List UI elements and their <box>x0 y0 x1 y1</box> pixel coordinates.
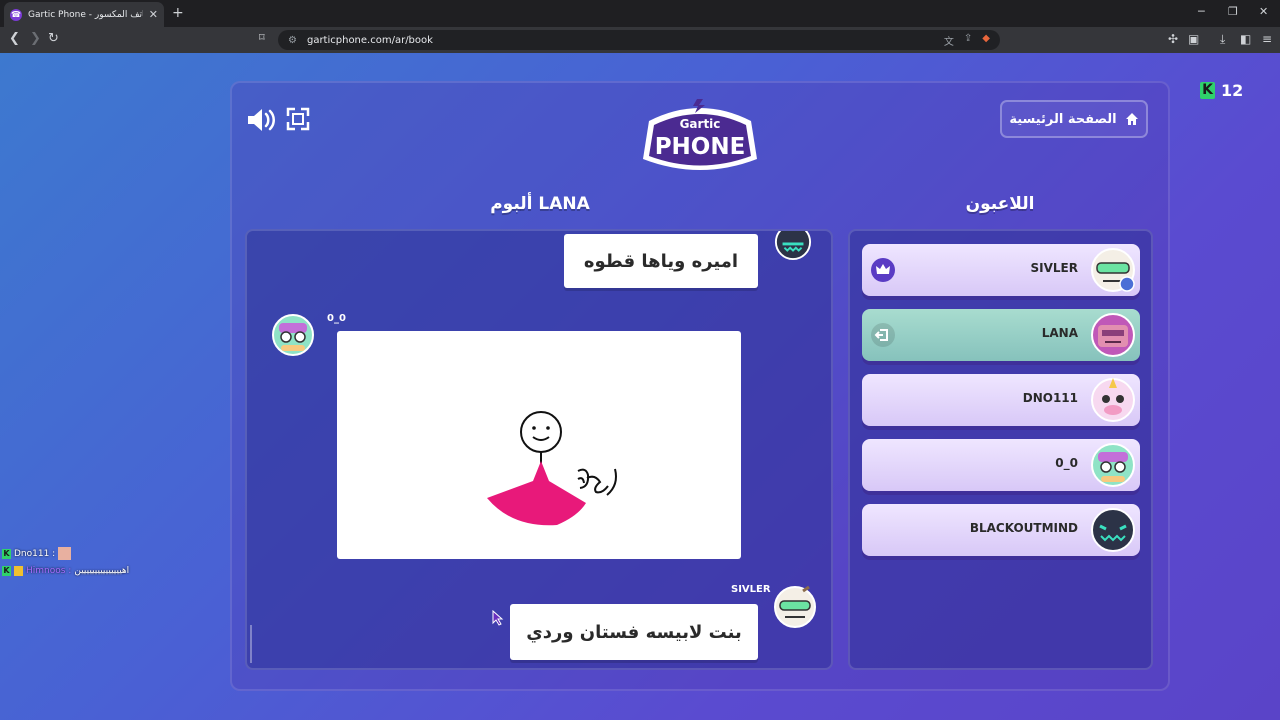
sivler-avatar <box>1091 248 1135 292</box>
tab-title: Gartic Phone - لعبة الهاتف المكسور <box>28 9 143 20</box>
player-name: DNO111 <box>1022 391 1078 405</box>
lana-avatar <box>1091 313 1135 357</box>
album-panel[interactable]: اميره وياها قطوه 0_0 SIVLER بنت لابيسه ف… <box>245 229 833 670</box>
badge-icon <box>14 566 23 576</box>
site-info-icon[interactable]: ⚙ <box>288 35 297 46</box>
url-text: garticphone.com/ar/book <box>306 34 433 46</box>
k-chat-icon: K <box>2 566 11 576</box>
exit-icon <box>871 323 895 347</box>
sidebar-icon[interactable]: ◧ <box>1240 32 1251 46</box>
new-tab-button[interactable]: + <box>172 5 184 21</box>
browser-tab-strip: ☎ Gartic Phone - لعبة الهاتف المكسور ✕ +… <box>0 0 1280 27</box>
players-title: اللاعبون <box>965 194 1035 214</box>
restore-button[interactable]: ❐ <box>1228 5 1238 18</box>
sound-icon[interactable] <box>246 107 276 133</box>
bookmark-icon[interactable]: ⌑ <box>259 31 265 44</box>
extensions-icon[interactable]: ✣ <box>1168 32 1178 46</box>
emote-icon <box>58 547 72 560</box>
drawing-author-name: 0_0 <box>327 313 346 324</box>
dno111-avatar <box>1091 378 1135 422</box>
player-name: BLACKOUTMIND <box>969 521 1078 535</box>
album-text-bubble: اميره وياها قطوه <box>564 234 758 288</box>
player-card[interactable]: SIVLER <box>862 244 1140 296</box>
album-title: ألبوم LANA <box>490 194 590 214</box>
translate-icon[interactable]: 文 <box>944 33 954 48</box>
blackoutmind-avatar <box>1091 508 1135 552</box>
player-name: SIVLER <box>1030 261 1078 275</box>
svg-text:PHONE: PHONE <box>655 134 746 160</box>
chat-message: K Himnoos : اهييييييييييييييين <box>2 566 129 576</box>
svg-text:Gartic: Gartic <box>680 117 721 131</box>
download-icon[interactable]: ⤓ <box>1220 32 1225 47</box>
reload-icon[interactable]: ↻ <box>48 31 59 46</box>
player-0-0-avatar <box>272 314 314 356</box>
player-card[interactable]: BLACKOUTMIND <box>862 504 1140 556</box>
player-name: 0_0 <box>1055 456 1078 470</box>
player-name: LANA <box>1041 326 1078 340</box>
home-icon <box>1125 113 1138 125</box>
album-drawing <box>337 331 741 559</box>
player-card[interactable]: DNO111 <box>862 374 1140 426</box>
browser-toolbar: ❮ ❯ ↻ ⌑ ⚙ garticphone.com/ar/book 文 ⇪ ◆ … <box>0 27 1280 53</box>
last-author-name: SIVLER <box>731 584 771 595</box>
album-last-text-bubble: بنت لابيسه فستان وردي <box>510 604 758 660</box>
gartic-favicon-icon: ☎ <box>10 8 22 21</box>
browser-tab[interactable]: ☎ Gartic Phone - لعبة الهاتف المكسور ✕ <box>4 2 164 27</box>
chat-text: اهييييييييييييييين <box>74 566 130 576</box>
coin-counter: K 12 <box>1200 81 1243 100</box>
home-button[interactable]: الصفحة الرئيسية <box>1000 100 1148 138</box>
player-card[interactable]: LANA <box>862 309 1140 361</box>
chat-user: Himnoos : <box>26 566 72 576</box>
screenshot-icon[interactable]: ▣ <box>1188 32 1199 46</box>
tab-close-icon[interactable]: ✕ <box>149 8 158 21</box>
player-card[interactable]: 0_0 <box>862 439 1140 491</box>
album-scrollbar[interactable] <box>250 625 252 663</box>
sivler-avatar <box>774 585 816 628</box>
player-0-0-avatar <box>1091 443 1135 487</box>
crown-icon <box>871 258 895 282</box>
mouse-cursor-icon <box>492 610 504 626</box>
share-icon[interactable]: ⇪ <box>964 33 972 48</box>
back-icon[interactable]: ❮ <box>9 31 20 46</box>
home-label: الصفحة الرئيسية <box>1009 111 1117 127</box>
chat-message: K Dno111 : <box>2 547 72 560</box>
fullscreen-icon[interactable] <box>286 107 310 131</box>
k-coin-icon: K <box>1200 82 1215 99</box>
forward-icon[interactable]: ❯ <box>30 31 41 46</box>
blackoutmind-avatar <box>774 231 812 261</box>
k-chat-icon: K <box>2 548 11 559</box>
gartic-phone-logo: Gartic PHONE <box>643 99 757 170</box>
minimize-button[interactable]: ─ <box>1198 5 1205 18</box>
coin-count: 12 <box>1221 81 1244 100</box>
princess-drawing <box>487 411 617 526</box>
close-window-button[interactable]: ✕ <box>1259 5 1268 18</box>
address-bar[interactable]: ⚙ garticphone.com/ar/book 文 ⇪ ◆ <box>278 30 1000 50</box>
game-viewport: K 12 Gartic PHONE الصفحة الرئيسية ألبوم … <box>0 53 1280 720</box>
chat-user: Dno111 : <box>14 548 56 559</box>
players-panel: SIVLER LANA DNO111 0_0 BLACKOUTMIND <box>848 229 1153 670</box>
menu-icon[interactable]: ≡ <box>1262 32 1272 46</box>
brave-shield-icon[interactable]: ◆ <box>982 33 990 48</box>
